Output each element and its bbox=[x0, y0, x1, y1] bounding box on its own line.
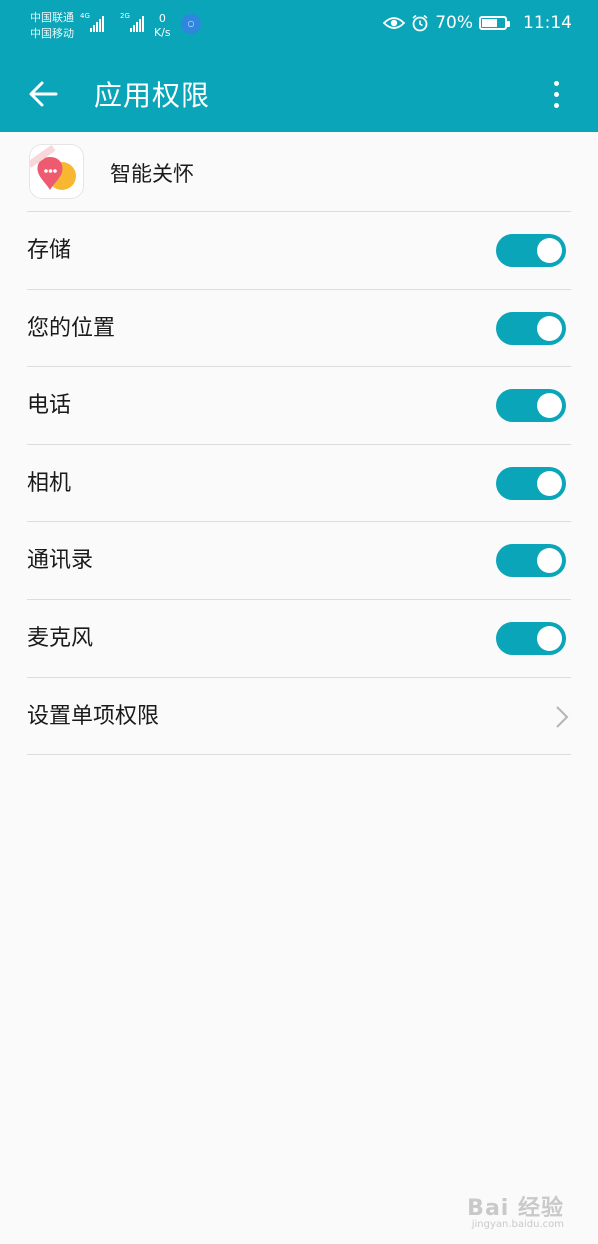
signal-2g-icon: 2G bbox=[120, 12, 146, 32]
app-name: 智能关怀 bbox=[110, 162, 194, 186]
phone-toggle[interactable] bbox=[496, 389, 566, 422]
carrier-2: 中国移动 bbox=[30, 27, 74, 40]
location-toggle[interactable] bbox=[496, 312, 566, 345]
hotspot-icon: ○ bbox=[181, 14, 201, 34]
back-button[interactable] bbox=[22, 72, 66, 116]
alarm-icon bbox=[412, 14, 428, 32]
permission-row-phone[interactable]: 电话 bbox=[0, 367, 598, 444]
status-right: 70% 11:14 bbox=[383, 13, 572, 33]
signal-indicators: 4G 2G bbox=[80, 12, 146, 32]
page-title: 应用权限 bbox=[94, 79, 211, 112]
divider bbox=[27, 754, 571, 755]
contacts-toggle[interactable] bbox=[496, 544, 566, 577]
permission-row-contacts[interactable]: 通讯录 bbox=[0, 522, 598, 599]
individual-permissions-label: 设置单项权限 bbox=[27, 704, 160, 729]
clock: 11:14 bbox=[523, 13, 572, 33]
permission-label: 电话 bbox=[27, 393, 72, 418]
signal-4g-icon: 4G bbox=[80, 12, 106, 32]
permission-row-location[interactable]: 您的位置 bbox=[0, 290, 598, 367]
permission-label: 您的位置 bbox=[27, 316, 116, 341]
watermark-url: jingyan.baidu.com bbox=[471, 1219, 564, 1230]
storage-toggle[interactable] bbox=[496, 234, 566, 267]
toolbar: 应用权限 bbox=[0, 52, 598, 132]
app-icon bbox=[30, 145, 83, 198]
more-vert-icon bbox=[553, 80, 559, 86]
back-arrow-icon bbox=[29, 81, 58, 107]
carrier-info: 中国联通 中国移动 bbox=[30, 10, 74, 42]
app-bar: 中国联通 中国移动 4G 2G 0 K/s ○ 70% 11:14 应用权限 bbox=[0, 0, 598, 132]
watermark-brand: Bai 经验 bbox=[467, 1196, 564, 1221]
battery-icon bbox=[479, 16, 510, 30]
permission-label: 相机 bbox=[27, 471, 72, 496]
status-bar: 中国联通 中国移动 4G 2G 0 K/s ○ 70% 11:14 bbox=[0, 0, 598, 52]
individual-permissions-row[interactable]: 设置单项权限 bbox=[0, 678, 598, 755]
carrier-1: 中国联通 bbox=[30, 11, 74, 24]
permission-row-microphone[interactable]: 麦克风 bbox=[0, 600, 598, 677]
camera-toggle[interactable] bbox=[496, 467, 566, 500]
more-options-button[interactable] bbox=[534, 72, 578, 116]
network-speed: 0 K/s bbox=[154, 12, 171, 39]
battery-percent: 70% bbox=[435, 13, 473, 33]
chevron-right-icon bbox=[556, 706, 569, 728]
permission-label: 存储 bbox=[27, 238, 72, 263]
microphone-toggle[interactable] bbox=[496, 622, 566, 655]
permission-row-camera[interactable]: 相机 bbox=[0, 445, 598, 522]
permission-row-storage[interactable]: 存储 bbox=[0, 212, 598, 289]
permission-label: 通讯录 bbox=[27, 548, 94, 573]
permission-label: 麦克风 bbox=[27, 626, 94, 651]
eye-comfort-icon bbox=[383, 17, 406, 29]
watermark: Bai 经验 jingyan.baidu.com bbox=[467, 1190, 564, 1230]
